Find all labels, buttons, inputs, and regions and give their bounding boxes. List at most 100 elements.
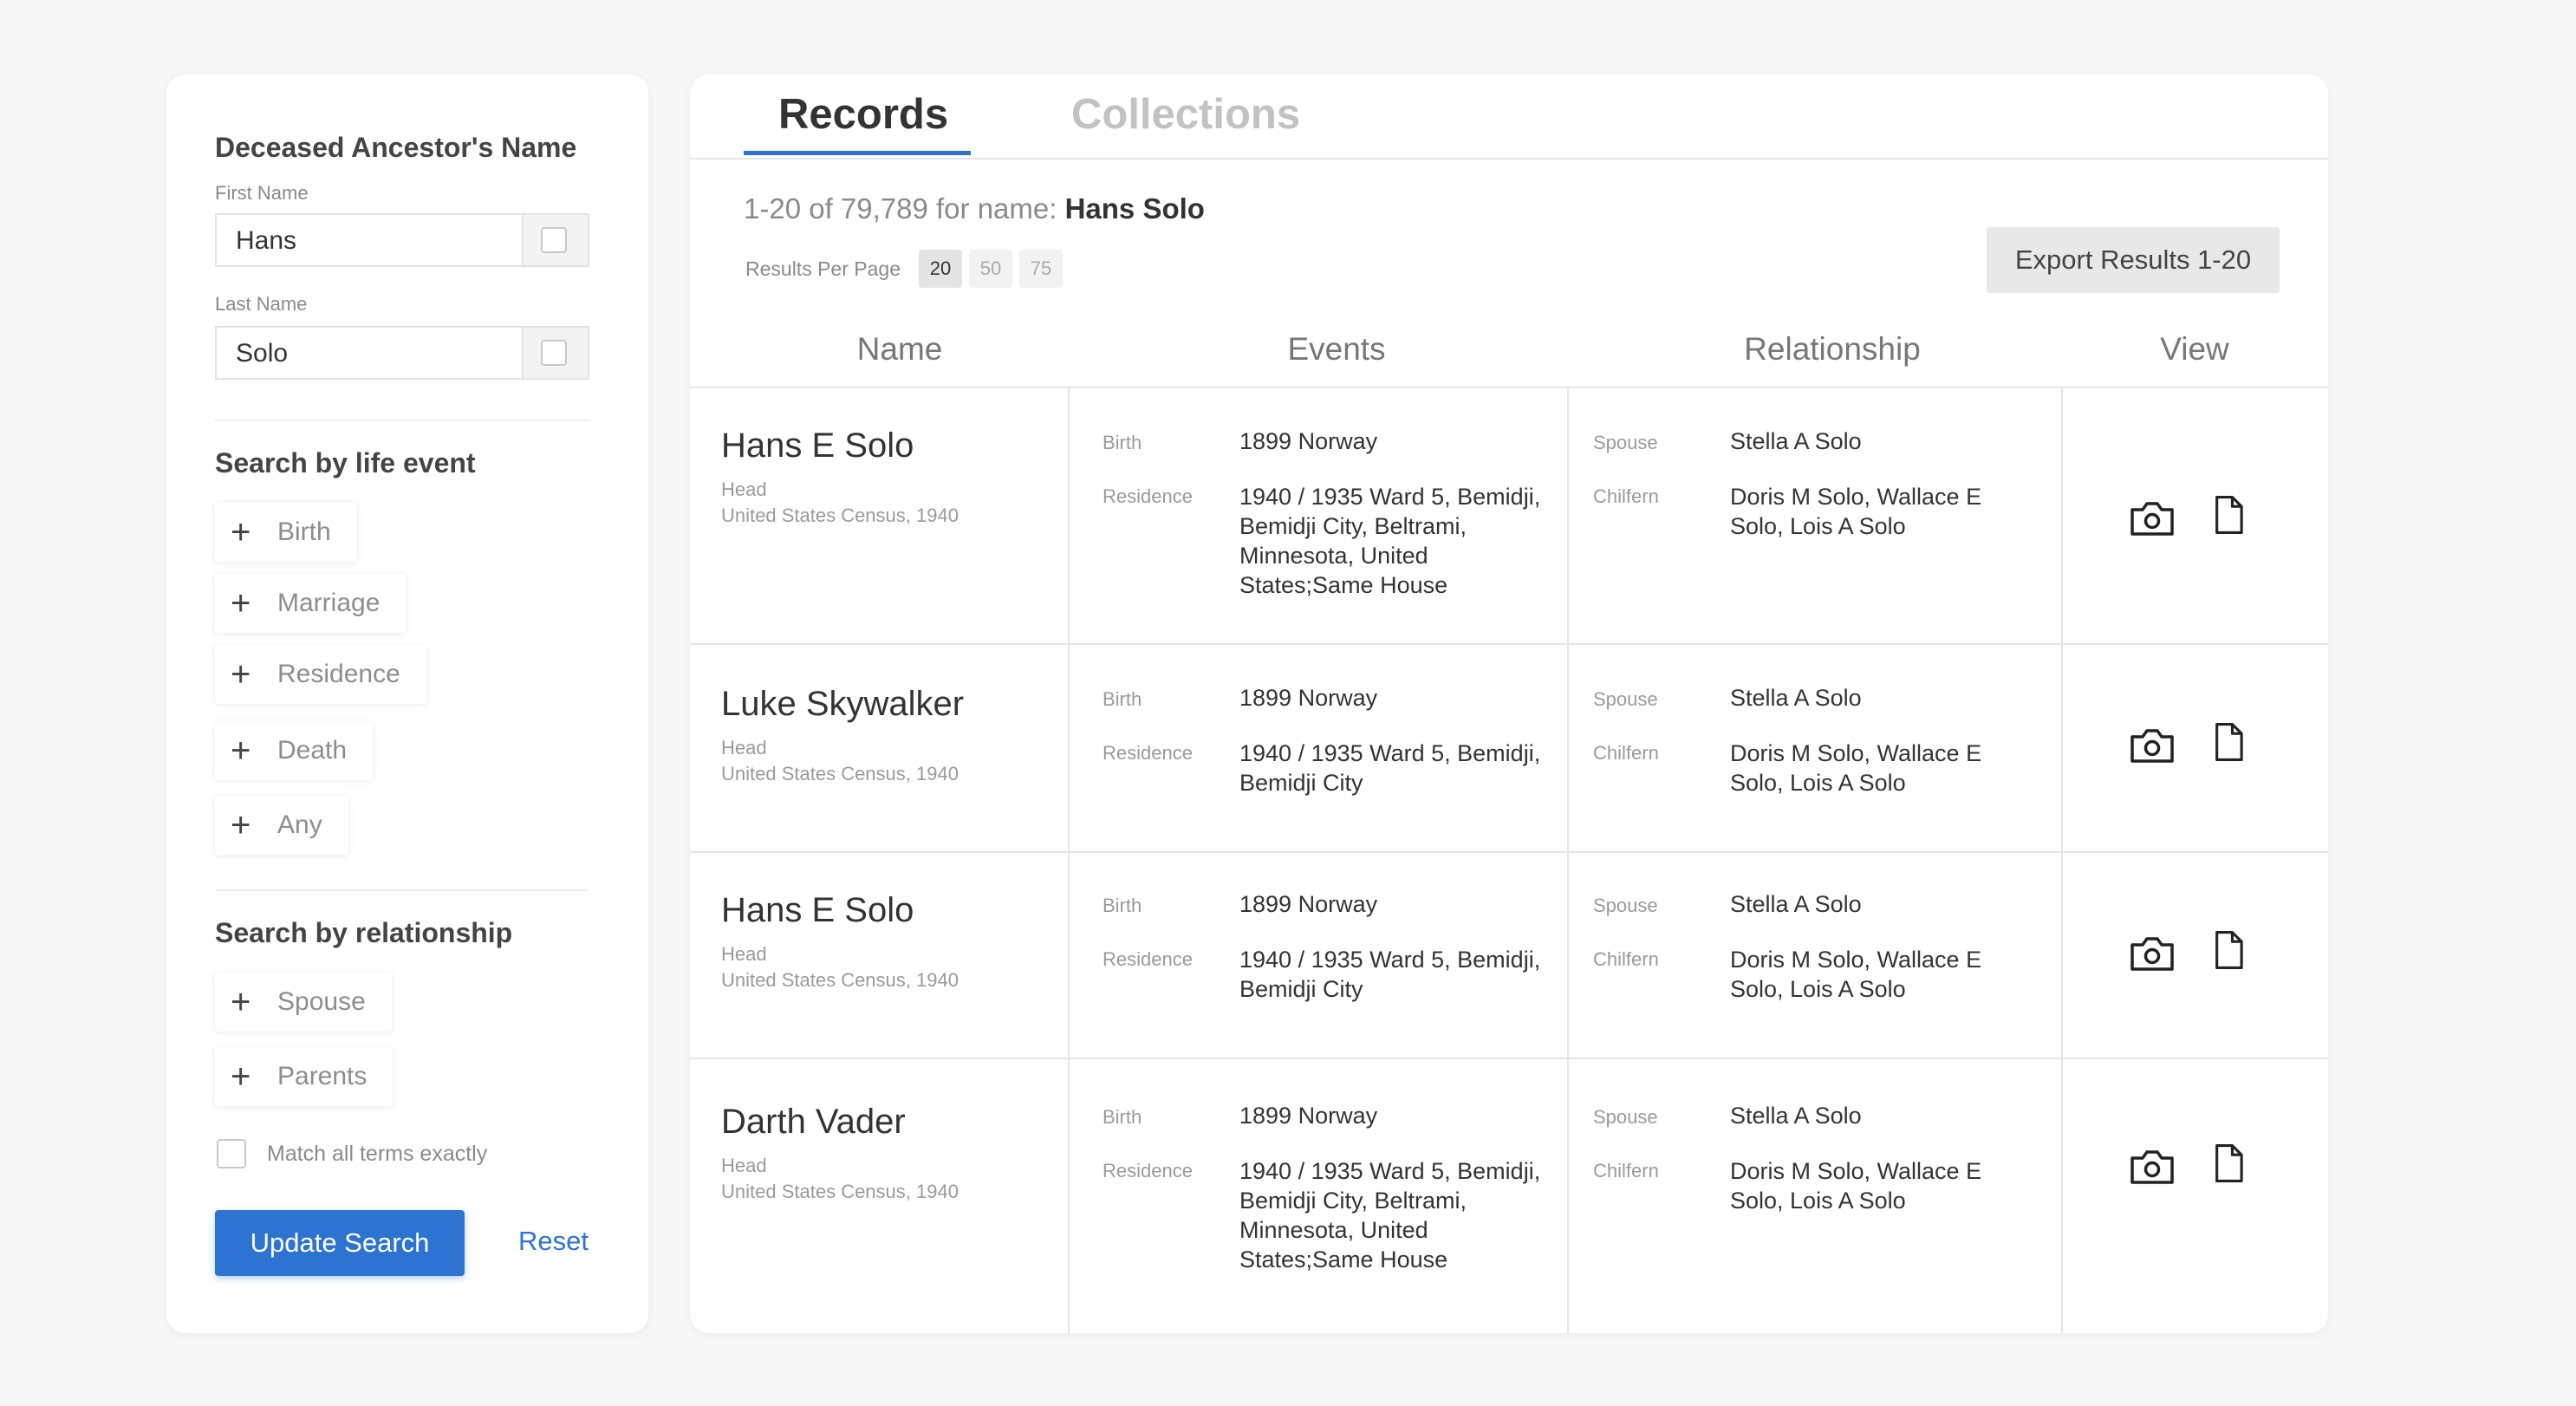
spouse-label: Spouse	[1593, 1106, 1658, 1128]
document-icon[interactable]	[2205, 1142, 2252, 1184]
residence-value: 1940 / 1935 Ward 5, Bemidji, Bemidji Cit…	[1239, 484, 1541, 598]
birth-label: Birth	[1103, 1106, 1142, 1128]
tab-records[interactable]: Records	[778, 90, 948, 139]
add-birth-event-button[interactable]: + Birth	[215, 503, 357, 562]
children-value: Doris M Solo, Wallace E Solo, Lois A Sol…	[1730, 740, 1982, 796]
per-page-option-20[interactable]: 20	[919, 250, 962, 288]
residence-label: Residence	[1103, 948, 1193, 970]
chip-label: Marriage	[277, 589, 381, 617]
spouse-label: Spouse	[1593, 895, 1658, 916]
chip-label: Spouse	[277, 987, 366, 1016]
spouse-value: Stella A Solo	[1730, 1103, 1862, 1129]
birth-value: 1899 Norway	[1239, 685, 1378, 711]
spouse-value: Stella A Solo	[1730, 428, 1862, 454]
residence-label: Residence	[1103, 742, 1193, 764]
document-icon[interactable]	[2205, 494, 2252, 536]
children-label: Chilfern	[1593, 485, 1659, 507]
table-row: Luke Skywalker Head United States Census…	[690, 645, 2328, 853]
children-value: Doris M Solo, Wallace E Solo, Lois A Sol…	[1730, 1158, 1982, 1214]
birth-label: Birth	[1103, 895, 1142, 916]
children-value: Doris M Solo, Wallace E Solo, Lois A Sol…	[1730, 484, 1982, 539]
residence-value: 1940 / 1935 Ward 5, Bemidji, Bemidji Cit…	[1239, 947, 1541, 1002]
record-collection: United States Census, 1940	[721, 969, 959, 991]
camera-icon[interactable]	[2129, 498, 2176, 539]
match-exact-checkbox[interactable]	[217, 1139, 246, 1168]
table-row: Hans E Solo Head United States Census, 1…	[690, 853, 2328, 1059]
residence-value: 1940 / 1935 Ward 5, Bemidji, Bemidji Cit…	[1239, 740, 1541, 796]
section-divider	[215, 889, 589, 891]
chip-label: Any	[277, 810, 322, 839]
spouse-label: Spouse	[1593, 432, 1658, 453]
relationship-heading: Search by relationship	[215, 917, 513, 948]
residence-value: 1940 / 1935 Ward 5, Bemidji, Bemidji Cit…	[1239, 1158, 1541, 1273]
add-parents-button[interactable]: + Parents	[215, 1047, 394, 1106]
results-summary: 1-20 of 79,789 for name: Hans Solo	[744, 192, 1205, 225]
camera-icon[interactable]	[2129, 933, 2176, 974]
chip-label: Birth	[277, 517, 331, 546]
person-role: Head	[721, 737, 767, 758]
add-spouse-button[interactable]: + Spouse	[215, 973, 392, 1032]
birth-value: 1899 Norway	[1239, 1103, 1378, 1129]
document-icon[interactable]	[2205, 929, 2252, 971]
birth-label: Birth	[1103, 432, 1142, 453]
results-count-text: 1-20 of 79,789 for name:	[744, 192, 1065, 225]
name-section-heading: Deceased Ancestor's Name	[215, 132, 577, 163]
column-header-relationship: Relationship	[1744, 331, 1921, 367]
column-header-events: Events	[1287, 331, 1386, 367]
children-value: Doris M Solo, Wallace E Solo, Lois A Sol…	[1730, 947, 1982, 1002]
person-name[interactable]: Hans E Solo	[721, 426, 914, 465]
children-label: Chilfern	[1593, 1160, 1659, 1181]
first-name-field[interactable]: Hans	[215, 213, 589, 267]
document-icon[interactable]	[2205, 721, 2252, 763]
chip-label: Parents	[277, 1062, 368, 1090]
per-page-label: Results Per Page	[745, 257, 901, 280]
person-name[interactable]: Luke Skywalker	[721, 685, 964, 724]
tab-collections[interactable]: Collections	[1071, 90, 1300, 139]
plus-icon: +	[231, 983, 251, 1021]
results-query: Hans Solo	[1064, 192, 1205, 225]
plus-icon: +	[231, 655, 251, 693]
search-sidebar: Deceased Ancestor's Name First Name Hans…	[166, 75, 648, 1333]
record-collection: United States Census, 1940	[721, 1181, 959, 1202]
add-any-event-button[interactable]: + Any	[215, 796, 348, 855]
update-search-button[interactable]: Update Search	[215, 1210, 465, 1276]
person-name[interactable]: Darth Vader	[721, 1103, 906, 1142]
plus-icon: +	[231, 806, 251, 844]
export-results-button[interactable]: Export Results 1-20	[1987, 227, 2280, 293]
table-row: Darth Vader Head United States Census, 1…	[690, 1059, 2328, 1333]
life-event-heading: Search by life event	[215, 447, 476, 478]
reset-link[interactable]: Reset	[518, 1226, 589, 1257]
chip-label: Death	[277, 736, 348, 765]
match-exact-row: Match all terms exactly	[217, 1139, 487, 1168]
birth-value: 1899 Norway	[1239, 891, 1378, 917]
birth-label: Birth	[1103, 688, 1142, 710]
camera-icon[interactable]	[2129, 725, 2176, 766]
match-exact-label: Match all terms exactly	[267, 1141, 488, 1166]
residence-label: Residence	[1103, 485, 1193, 507]
chip-label: Residence	[277, 660, 400, 688]
plus-icon: +	[231, 584, 251, 622]
plus-icon: +	[231, 513, 251, 551]
last-name-field[interactable]: Solo	[215, 326, 589, 380]
last-name-label: Last Name	[215, 293, 308, 315]
active-tab-indicator	[744, 151, 971, 155]
children-label: Chilfern	[1593, 948, 1659, 970]
record-collection: United States Census, 1940	[721, 504, 959, 526]
per-page-option-75[interactable]: 75	[1019, 250, 1063, 288]
spouse-label: Spouse	[1593, 688, 1658, 710]
plus-icon: +	[231, 732, 251, 770]
person-role: Head	[721, 943, 767, 965]
person-name[interactable]: Hans E Solo	[721, 891, 914, 930]
camera-icon[interactable]	[2129, 1146, 2176, 1188]
add-residence-event-button[interactable]: + Residence	[215, 645, 426, 704]
spouse-value: Stella A Solo	[1730, 891, 1862, 917]
residence-label: Residence	[1103, 1160, 1193, 1181]
last-name-exact-checkbox[interactable]	[541, 340, 567, 366]
children-label: Chilfern	[1593, 742, 1659, 764]
first-name-label: First Name	[215, 182, 309, 204]
add-death-event-button[interactable]: + Death	[215, 721, 374, 780]
first-name-exact-checkbox[interactable]	[541, 227, 567, 253]
section-divider	[215, 420, 589, 421]
per-page-option-50[interactable]: 50	[969, 250, 1012, 288]
add-marriage-event-button[interactable]: + Marriage	[215, 574, 407, 633]
